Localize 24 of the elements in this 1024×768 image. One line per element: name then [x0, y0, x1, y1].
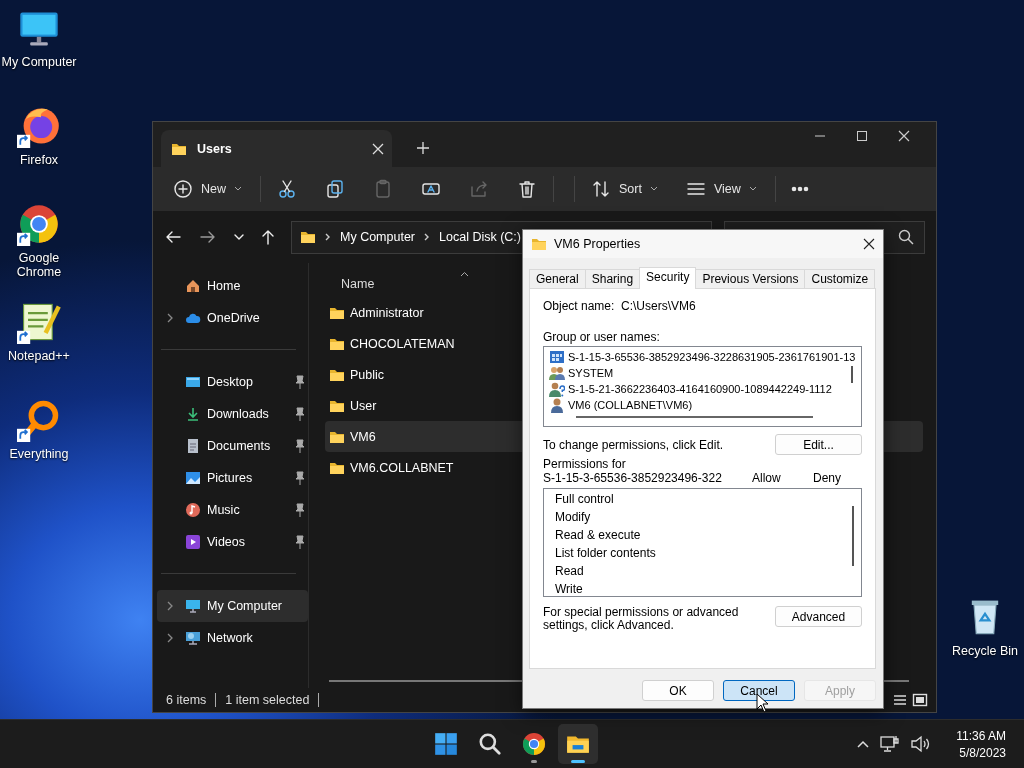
- dialog-title: VM6 Properties: [554, 237, 641, 251]
- status-text: 6 items: [166, 693, 207, 707]
- permission-item: Read & execute: [555, 527, 642, 544]
- icon-label: Firefox: [18, 153, 60, 167]
- icon-label: Everything: [8, 447, 70, 461]
- permission-item: List folder contents: [555, 545, 657, 562]
- column-heading: Allow: [752, 471, 782, 485]
- hint-text: To change permissions, click Edit.: [543, 437, 724, 452]
- permission-item: Read: [555, 563, 585, 580]
- status-text: 1 item selected: [225, 693, 310, 707]
- icon-label: My Computer: [0, 55, 78, 69]
- icon-label: Google Chrome: [15, 251, 63, 279]
- field-label: Object name:: [543, 299, 616, 313]
- icon-label: Notepad++: [7, 349, 71, 363]
- section-label: Group or user names:: [543, 330, 661, 344]
- permission-item: Write: [555, 581, 584, 598]
- permission-item: Full control: [555, 491, 615, 508]
- permission-item: Modify: [555, 509, 592, 526]
- section-label: S-1-15-3-65536-3852923496-322: [543, 471, 723, 485]
- hint-text: For special permissions or advanced settings, click Advanced.: [543, 606, 740, 632]
- field-value: C:\Users\VM6: [621, 299, 696, 313]
- column-heading: Deny: [813, 471, 842, 485]
- section-label: Permissions for: [543, 457, 627, 471]
- icon-label: Recycle Bin: [952, 644, 1018, 658]
